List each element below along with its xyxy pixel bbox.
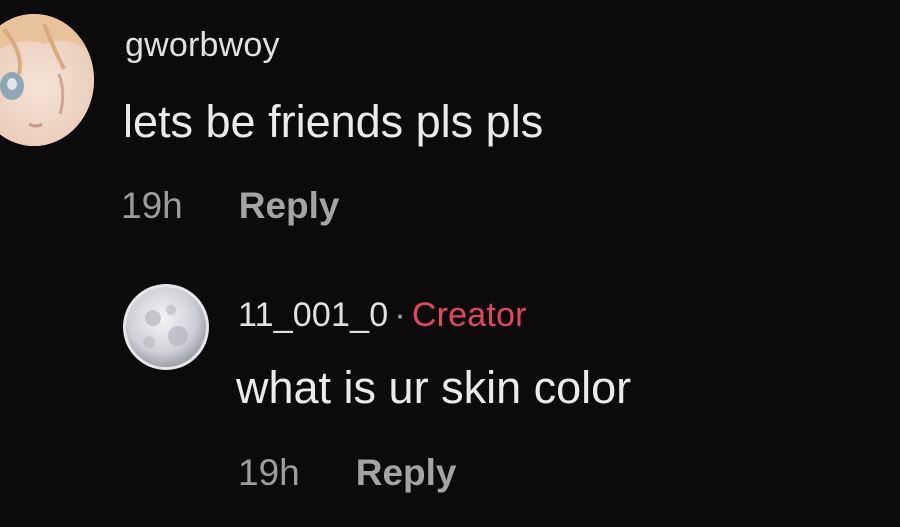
comment-text: what is ur skin color	[236, 362, 632, 413]
separator-dot: ·	[394, 296, 406, 334]
comment-timestamp: 19h	[121, 185, 183, 226]
comment-meta: 19h Reply	[121, 185, 340, 227]
anime-girl-avatar-icon[interactable]	[0, 14, 94, 146]
comment-meta: 19h Reply	[238, 452, 457, 494]
username-link[interactable]: 11_001_0	[238, 296, 388, 334]
comment-username[interactable]: gworbwoy	[125, 26, 280, 65]
comment-text: lets be friends pls pls	[123, 96, 544, 147]
comment-username: 11_001_0 · Creator	[238, 296, 527, 335]
reply-button[interactable]: Reply	[356, 452, 457, 493]
comment-timestamp: 19h	[238, 452, 300, 493]
reply-button[interactable]: Reply	[239, 185, 340, 226]
creator-badge: Creator	[411, 296, 527, 334]
moon-avatar-icon[interactable]	[123, 284, 209, 370]
